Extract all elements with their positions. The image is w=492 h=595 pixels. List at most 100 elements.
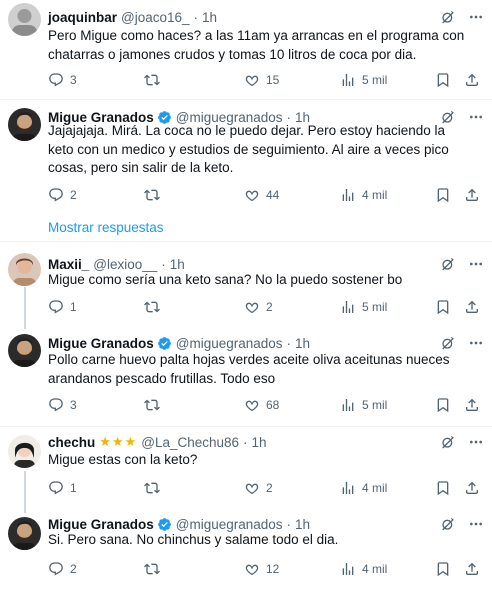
views-icon [340,299,356,315]
tweet-text: Pero Migue como haces? a las 11am ya arr… [48,28,465,62]
reply-button[interactable]: 3 [48,71,77,89]
retweet-button[interactable] [144,71,166,89]
more-icon[interactable] [468,335,484,351]
bookmark-button[interactable] [435,71,451,89]
display-name[interactable]: chechu [48,435,95,450]
retweet-button[interactable] [144,396,166,414]
retweet-icon [144,72,160,88]
retweet-button[interactable] [144,298,166,316]
display-name[interactable]: Migue Granados [48,517,154,532]
like-button[interactable]: 44 [244,186,279,204]
bookmark-icon [435,72,451,88]
views-button[interactable]: 5 mil [340,71,387,89]
display-name[interactable]: Migue Granados [48,336,154,351]
views-button[interactable]: 4 mil [340,560,387,578]
tweet-miguegranados-3[interactable]: Migue Granados @miguegranados · 1h Si. P… [0,509,492,595]
timestamp[interactable]: 1h [170,257,185,272]
share-button[interactable] [464,560,480,578]
avatar[interactable] [8,517,41,550]
more-icon[interactable] [468,434,484,450]
reply-icon [48,72,64,88]
reply-count: 1 [70,300,77,314]
avatar[interactable] [8,253,41,286]
tweet-chechu[interactable]: chechu ★★★ @La_Chechu86 · 1h Migue estas… [0,427,492,513]
grok-icon[interactable] [440,9,456,25]
like-icon [244,480,260,496]
tweet-maxii[interactable]: Maxii_ @lexioo__ · 1h Migue como sería u… [0,242,492,329]
timestamp[interactable]: 1h [202,10,217,25]
like-icon [244,72,260,88]
like-count: 44 [266,188,280,202]
grok-icon[interactable] [440,256,456,272]
like-button[interactable]: 12 [244,560,279,578]
user-handle[interactable]: @lexioo__ [93,257,157,272]
share-button[interactable] [464,71,480,89]
like-button[interactable]: 15 [244,71,279,89]
reply-button[interactable]: 1 [48,479,77,497]
show-replies-link[interactable]: Mostrar respuestas [48,220,164,235]
bookmark-button[interactable] [435,479,451,497]
retweet-button[interactable] [144,186,166,204]
grok-icon[interactable] [440,516,456,532]
avatar[interactable] [8,435,41,468]
share-button[interactable] [464,479,480,497]
views-button[interactable]: 5 mil [340,396,387,414]
user-handle[interactable]: @La_Chechu86 [141,435,239,450]
tweet-miguegranados-1[interactable]: Migue Granados @miguegranados · 1h Jajaj… [0,100,492,240]
bookmark-icon [435,480,451,496]
separator-dot: · [161,256,166,272]
display-name[interactable]: Maxii_ [48,257,89,272]
grok-icon[interactable] [440,434,456,450]
bookmark-button[interactable] [435,186,451,204]
share-button[interactable] [464,186,480,204]
more-icon[interactable] [468,109,484,125]
tweet-text: Jajajajaja. Mirá. La coca no le puedo de… [48,123,449,175]
like-button[interactable]: 2 [244,479,273,497]
reply-button[interactable]: 1 [48,298,77,316]
like-icon [244,187,260,203]
share-button[interactable] [464,298,480,316]
user-handle[interactable]: @miguegranados [176,517,283,532]
share-button[interactable] [464,396,480,414]
grok-icon[interactable] [440,335,456,351]
bookmark-icon [435,187,451,203]
avatar[interactable] [8,334,41,367]
like-button[interactable]: 68 [244,396,279,414]
separator-dot: · [286,516,292,532]
views-icon [340,397,356,413]
tweet-header: Migue Granados @miguegranados · 1h [48,334,310,352]
user-handle[interactable]: @miguegranados [176,336,283,351]
views-button[interactable]: 4 mil [340,186,387,204]
tweet-joaquinbar[interactable]: joaquinbar @joaco16_ · 1h Pero Migue com… [0,0,492,100]
more-icon[interactable] [468,256,484,272]
bookmark-button[interactable] [435,298,451,316]
share-icon [464,397,480,413]
bookmark-button[interactable] [435,396,451,414]
views-button[interactable]: 4 mil [340,479,387,497]
more-icon[interactable] [468,516,484,532]
avatar[interactable] [8,108,41,141]
more-icon[interactable] [468,9,484,25]
timestamp[interactable]: 1h [295,336,310,351]
like-button[interactable]: 2 [244,298,273,316]
reply-count: 2 [70,562,77,576]
views-button[interactable]: 5 mil [340,298,387,316]
views-icon [340,72,356,88]
reply-button[interactable]: 3 [48,396,77,414]
bookmark-button[interactable] [435,560,451,578]
retweet-icon [144,299,160,315]
tweet-actions: 3 68 5 mil [48,396,486,414]
display-name[interactable]: joaquinbar [48,10,117,25]
share-icon [464,561,480,577]
timestamp[interactable]: 1h [252,435,267,450]
reply-icon [48,187,64,203]
timestamp[interactable]: 1h [295,517,310,532]
tweet-miguegranados-2[interactable]: Migue Granados @miguegranados · 1h Pollo… [0,326,492,426]
retweet-button[interactable] [144,479,166,497]
reply-button[interactable]: 2 [48,186,77,204]
user-handle[interactable]: @joaco16_ [121,10,190,25]
avatar[interactable] [8,3,41,36]
retweet-button[interactable] [144,560,166,578]
reply-button[interactable]: 2 [48,560,77,578]
views-icon [340,480,356,496]
